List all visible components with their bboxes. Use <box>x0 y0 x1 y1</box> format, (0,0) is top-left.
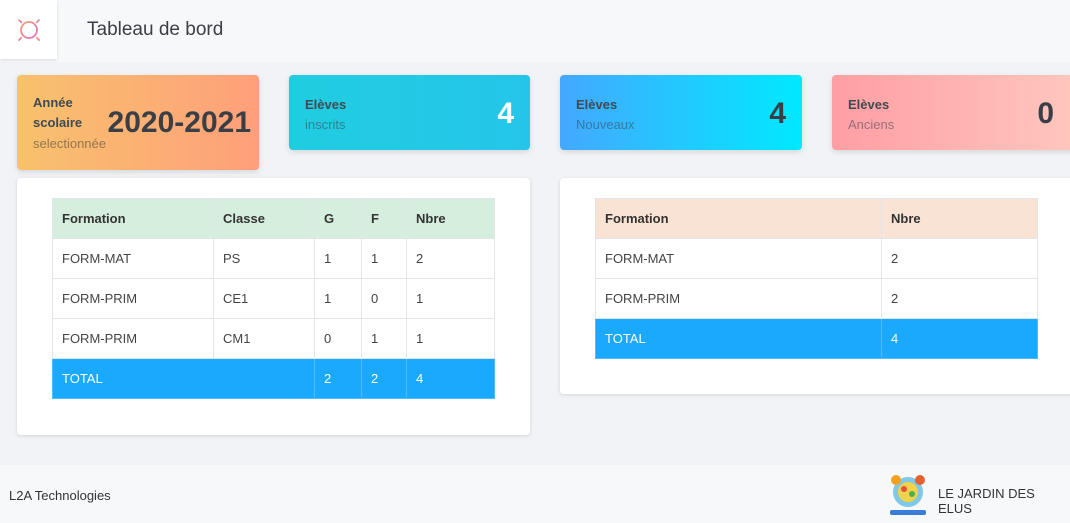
card-students-enrolled: Elèves inscrits 4 <box>289 75 530 150</box>
table-cell: FORM-PRIM <box>595 278 882 319</box>
panel-formations: Formation Nbre FORM-MAT 2 FORM-PRIM 2 TO… <box>560 178 1070 394</box>
card-subtitle: inscrits <box>305 117 346 132</box>
panel-classes: Formation Classe G F Nbre FORM-MAT PS 1 … <box>17 178 530 435</box>
card-value: 4 <box>497 97 514 130</box>
card-title: Elèves <box>576 97 618 112</box>
column-header: Formation <box>595 198 882 239</box>
card-students-new: Elèves Nouveaux 4 <box>560 75 802 150</box>
table-cell: 0 <box>314 318 362 359</box>
column-header: Formation <box>52 198 214 239</box>
table-cell: CE1 <box>213 278 315 319</box>
table-cell: 1 <box>314 278 362 319</box>
column-header: G <box>314 198 362 239</box>
footer-company: L2A Technologies <box>9 488 111 503</box>
table-cell: 1 <box>361 318 407 359</box>
card-subtitle: selectionnée <box>33 136 106 151</box>
table-row: FORM-PRIM CE1 1 0 1 <box>52 278 495 319</box>
card-title: Elèves <box>848 97 890 112</box>
table-cell: FORM-PRIM <box>52 318 214 359</box>
table-row: FORM-PRIM 2 <box>595 278 1038 319</box>
top-bar: Tableau de bord <box>0 0 1070 62</box>
table-total-row: TOTAL 2 2 4 <box>52 358 495 399</box>
table-header-row: Formation Nbre <box>595 198 1038 239</box>
table-cell: 2 <box>881 238 1038 279</box>
card-subtitle: Nouveaux <box>576 117 635 132</box>
footer: L2A Technologies LE JARDIN DES ELUS <box>0 465 1070 523</box>
formations-table: Formation Nbre FORM-MAT 2 FORM-PRIM 2 TO… <box>595 198 1038 359</box>
table-header-row: Formation Classe G F Nbre <box>52 198 495 239</box>
page-title: Tableau de bord <box>87 19 224 40</box>
app-logo[interactable] <box>0 0 57 59</box>
table-row: FORM-MAT PS 1 1 2 <box>52 238 495 279</box>
card-school-year: Année scolaire selectionnée 2020-2021 <box>17 75 259 170</box>
table-cell: 0 <box>361 278 407 319</box>
total-f: 2 <box>361 358 407 399</box>
table-cell: 1 <box>314 238 362 279</box>
table-cell: FORM-PRIM <box>52 278 214 319</box>
column-header: Nbre <box>406 198 495 239</box>
sun-flower-icon <box>13 14 44 45</box>
table-total-row: TOTAL 4 <box>595 318 1038 359</box>
total-label: TOTAL <box>52 358 315 399</box>
card-title: Elèves <box>305 97 347 112</box>
total-g: 2 <box>314 358 362 399</box>
table-row: FORM-MAT 2 <box>595 238 1038 279</box>
card-value: 4 <box>769 97 786 130</box>
table-cell: 1 <box>361 238 407 279</box>
total-nbre: 4 <box>881 318 1038 359</box>
footer-brand: LE JARDIN DES ELUS <box>938 486 1035 516</box>
card-value: 0 <box>1037 97 1054 130</box>
table-row: FORM-PRIM CM1 0 1 1 <box>52 318 495 359</box>
column-header: F <box>361 198 407 239</box>
card-title: Année scolaire <box>33 95 83 130</box>
table-cell: 2 <box>881 278 1038 319</box>
column-header: Classe <box>213 198 315 239</box>
card-students-old: Elèves Anciens 0 <box>832 75 1070 150</box>
column-header: Nbre <box>881 198 1038 239</box>
table-cell: FORM-MAT <box>52 238 214 279</box>
total-nbre: 4 <box>406 358 495 399</box>
school-logo-icon <box>890 475 926 515</box>
card-subtitle: Anciens <box>848 117 895 132</box>
table-cell: 1 <box>406 278 495 319</box>
table-cell: FORM-MAT <box>595 238 882 279</box>
total-label: TOTAL <box>595 318 882 359</box>
table-cell: CM1 <box>213 318 315 359</box>
card-value: 2020-2021 <box>107 106 251 139</box>
table-cell: 1 <box>406 318 495 359</box>
table-cell: 2 <box>406 238 495 279</box>
classes-table: Formation Classe G F Nbre FORM-MAT PS 1 … <box>52 198 495 399</box>
table-cell: PS <box>213 238 315 279</box>
